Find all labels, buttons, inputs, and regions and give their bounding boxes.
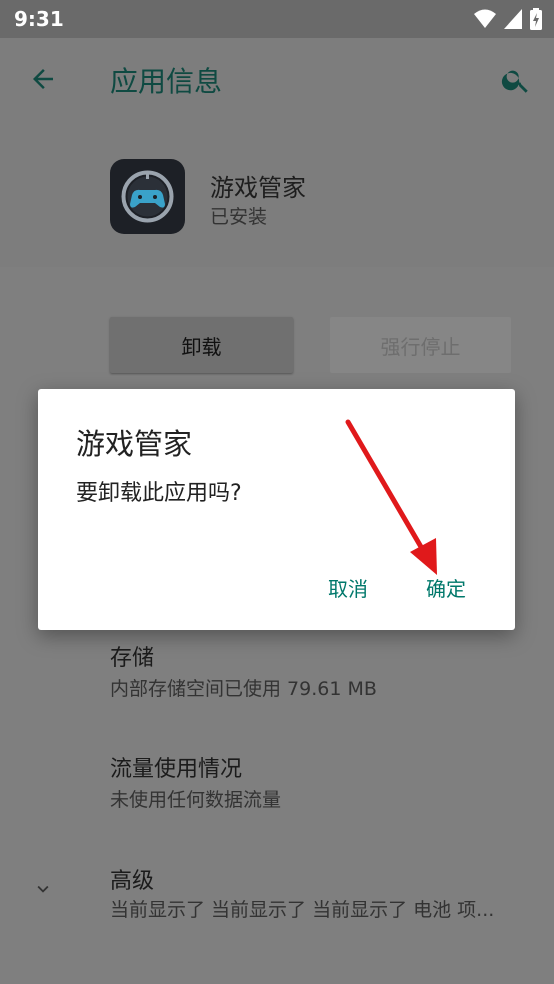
confirm-button[interactable]: 确定	[426, 573, 466, 602]
uninstall-dialog: 游戏管家 要卸载此应用吗? 取消 确定	[38, 389, 515, 630]
dialog-message: 要卸载此应用吗?	[76, 481, 242, 506]
status-time: 9:31	[14, 7, 64, 31]
storage-title[interactable]: 存储	[110, 640, 154, 672]
page-title: 应用信息	[110, 65, 223, 98]
cancel-button[interactable]: 取消	[328, 573, 368, 602]
advanced-subtitle: 当前显示了 当前显示了 当前显示了 电池 项...	[110, 899, 495, 921]
gamepad-icon	[121, 170, 174, 223]
app-install-status: 已安装	[210, 206, 268, 228]
dialog-title: 游戏管家	[76, 427, 193, 461]
chevron-down-icon[interactable]	[32, 878, 54, 900]
wifi-icon	[474, 9, 496, 28]
back-arrow-icon[interactable]	[28, 64, 58, 94]
status-bar: 9:31	[0, 0, 554, 38]
data-usage-subtitle: 未使用任何数据流量	[110, 789, 282, 811]
app-name: 游戏管家	[210, 174, 306, 202]
storage-subtitle: 内部存储空间已使用 79.61 MB	[110, 678, 377, 700]
status-icons	[474, 8, 542, 30]
app-bar: 应用信息	[0, 38, 554, 122]
search-icon[interactable]	[500, 64, 532, 96]
uninstall-button[interactable]: 卸载	[110, 317, 293, 373]
signal-icon	[504, 9, 522, 29]
force-stop-button[interactable]: 强行停止	[330, 317, 511, 373]
battery-icon	[530, 8, 542, 30]
app-icon	[110, 159, 185, 234]
data-usage-title[interactable]: 流量使用情况	[110, 751, 242, 783]
advanced-title[interactable]: 高级	[110, 863, 154, 895]
